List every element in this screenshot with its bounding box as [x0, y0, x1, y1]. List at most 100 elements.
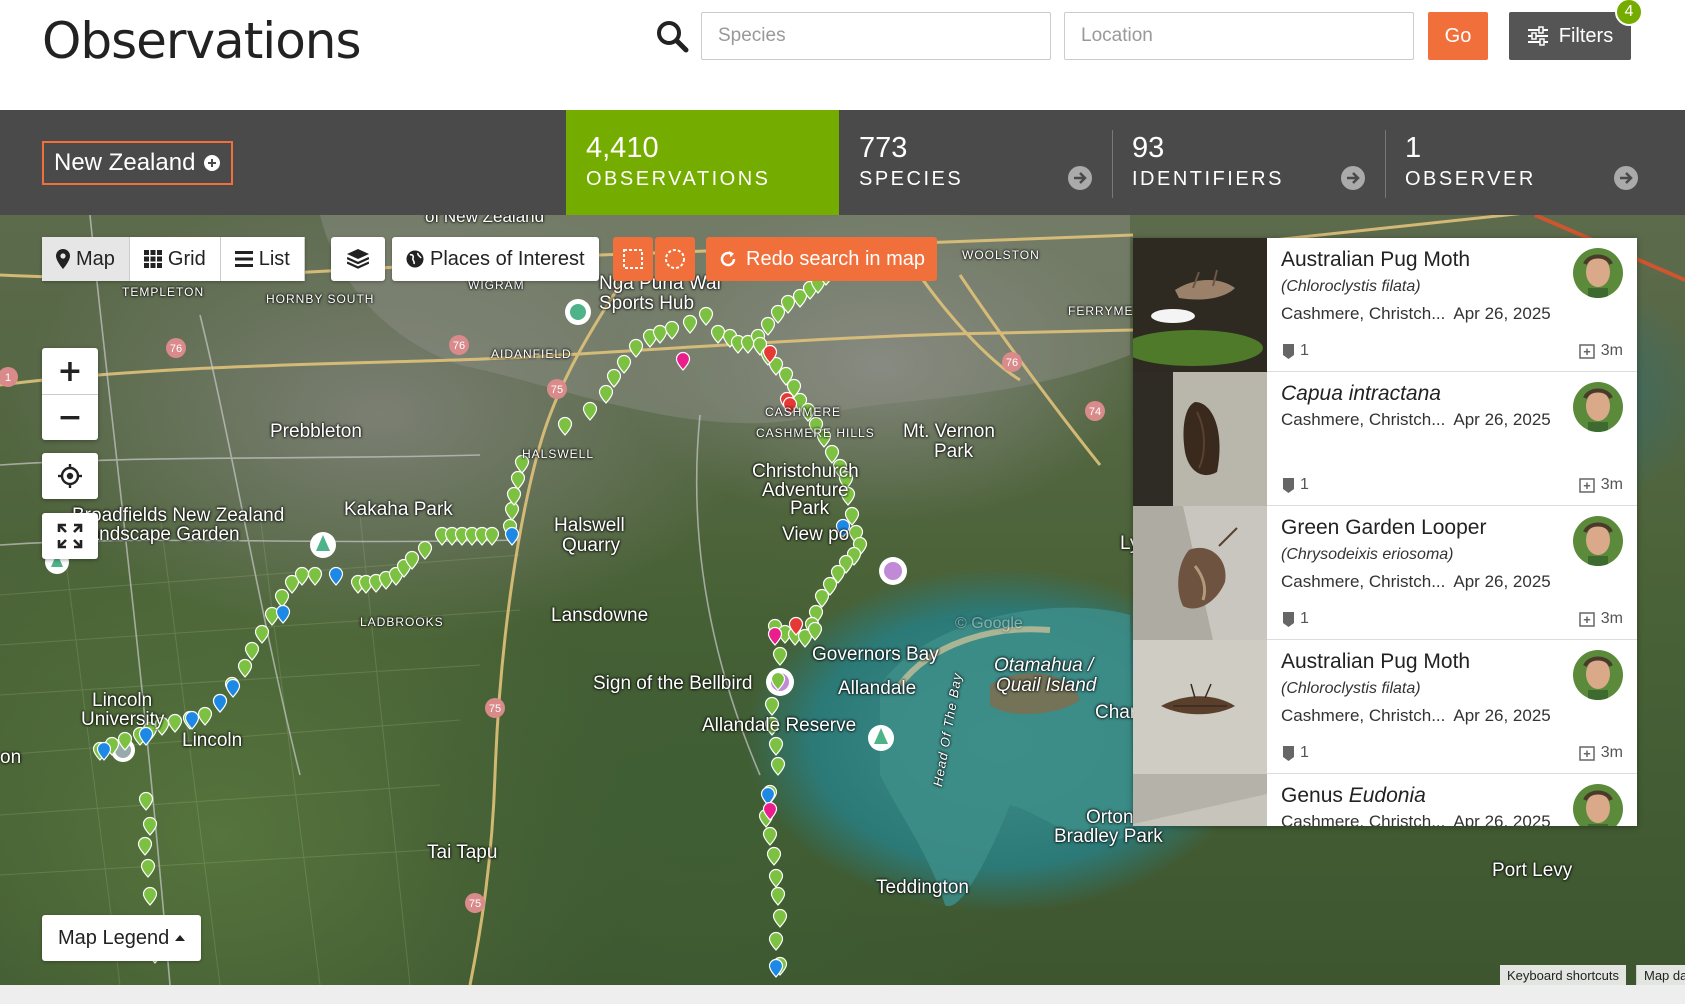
observation-marker[interactable]: [557, 416, 573, 436]
observation-photo[interactable]: [1133, 774, 1267, 826]
observation-marker[interactable]: [504, 501, 520, 521]
observation-place-name: Cashmere, Christch...: [1281, 410, 1446, 429]
box-select-button[interactable]: [613, 237, 653, 281]
fullscreen-button[interactable]: [42, 513, 98, 559]
refresh-icon: [720, 251, 736, 267]
observation-panel[interactable]: Australian Pug Moth (Chloroclystis filat…: [1133, 238, 1637, 826]
observation-marker[interactable]: [142, 886, 158, 906]
arrow-right-icon: [1341, 166, 1365, 190]
observation-ids-count: 1: [1300, 610, 1309, 627]
observation-marker[interactable]: [768, 736, 784, 756]
observation-marker[interactable]: [142, 816, 158, 836]
observation-marker[interactable]: [197, 706, 213, 726]
observation-photo[interactable]: [1133, 506, 1267, 640]
places-of-interest-button[interactable]: Places of Interest: [392, 237, 599, 281]
observer-avatar[interactable]: [1573, 516, 1623, 566]
observer-avatar[interactable]: [1573, 248, 1623, 298]
observation-scientific-name: (Chloroclystis filata): [1281, 278, 1421, 295]
observation-ids-count: 1: [1300, 744, 1309, 761]
observation-marker[interactable]: [140, 858, 156, 878]
remove-place-icon[interactable]: [203, 154, 221, 172]
observation-marker[interactable]: [328, 566, 344, 586]
observation-marker[interactable]: [504, 526, 520, 546]
observation-marker[interactable]: [212, 693, 228, 713]
observation-marker[interactable]: [275, 604, 291, 624]
observation-common-name[interactable]: Australian Pug Moth: [1281, 248, 1470, 272]
stats-bar: New Zealand 4,410 OBSERVATIONS 773 SPECI…: [0, 110, 1685, 215]
map-legend-button[interactable]: Map Legend: [42, 915, 202, 961]
stat-observations[interactable]: 4,410 OBSERVATIONS: [566, 110, 839, 215]
observation-common-name[interactable]: Green Garden Looper: [1281, 516, 1486, 540]
search-icon[interactable]: [654, 18, 690, 54]
observation-card[interactable]: Genus Eudonia Cashmere, Christch... Apr 2…: [1133, 774, 1637, 826]
map[interactable]: 1 76 76 75 75 75 76 74 1 of New Zealand …: [0, 215, 1685, 985]
observation-marker[interactable]: [768, 868, 784, 888]
tab-map[interactable]: Map: [42, 237, 130, 281]
observation-marker[interactable]: [138, 791, 154, 811]
keyboard-shortcuts-link[interactable]: Keyboard shortcuts: [1500, 965, 1627, 985]
observation-marker[interactable]: [770, 756, 786, 776]
redo-search-button[interactable]: Redo search in map: [706, 237, 937, 281]
observation-photo[interactable]: [1133, 640, 1267, 774]
observation-marker[interactable]: [766, 846, 782, 866]
observation-common-name[interactable]: Genus Eudonia: [1281, 784, 1426, 808]
go-button[interactable]: Go: [1428, 12, 1488, 60]
map-label: Sign of the Bellbird: [593, 673, 753, 694]
observation-card[interactable]: Australian Pug Moth (Chloroclystis filat…: [1133, 640, 1637, 774]
observation-marker[interactable]: [274, 588, 290, 608]
observation-marker[interactable]: [767, 626, 783, 646]
map-pin-icon: [56, 249, 70, 269]
observer-avatar[interactable]: [1573, 650, 1623, 700]
tab-grid[interactable]: Grid: [129, 237, 221, 281]
observation-marker[interactable]: [237, 658, 253, 678]
observation-common-name[interactable]: Australian Pug Moth: [1281, 650, 1470, 674]
observation-marker[interactable]: [582, 401, 598, 421]
map-label: Prebbleton: [270, 421, 362, 442]
observation-identifications: 1: [1283, 342, 1309, 360]
observation-date: Apr 26, 2025: [1453, 410, 1551, 429]
zoom-in-button[interactable]: +: [42, 348, 98, 394]
observation-photo[interactable]: [1133, 372, 1267, 506]
observation-marker[interactable]: [244, 641, 260, 661]
observation-card[interactable]: Green Garden Looper (Chrysodeixis erioso…: [1133, 506, 1637, 640]
observation-marker[interactable]: [137, 836, 153, 856]
circle-select-button[interactable]: [655, 237, 695, 281]
caret-up-icon: [175, 935, 186, 941]
filters-button[interactable]: Filters: [1509, 12, 1631, 60]
location-input[interactable]: [1064, 12, 1414, 60]
map-label: Lincoln: [182, 730, 243, 751]
map-label: HORNBY SOUTH: [266, 292, 375, 306]
locate-me-button[interactable]: [42, 453, 98, 499]
observation-marker[interactable]: [770, 886, 786, 906]
observation-time-ago: 3m: [1579, 476, 1623, 494]
stat-observers[interactable]: 1 OBSERVER: [1385, 110, 1658, 215]
observation-marker[interactable]: [772, 646, 788, 666]
observation-marker[interactable]: [307, 566, 323, 586]
observation-photo[interactable]: [1133, 238, 1267, 372]
map-data-link[interactable]: Map da: [1636, 965, 1685, 985]
tab-list[interactable]: List: [220, 237, 305, 281]
observation-card[interactable]: Capua intractana Cashmere, Christch... Ap…: [1133, 372, 1637, 506]
observation-marker[interactable]: [417, 540, 433, 560]
place-chip[interactable]: New Zealand: [42, 141, 234, 185]
species-input[interactable]: [701, 12, 1051, 60]
observation-marker[interactable]: [768, 931, 784, 951]
observation-marker[interactable]: [254, 624, 270, 644]
observer-avatar[interactable]: [1573, 382, 1623, 432]
observation-marker[interactable]: [225, 678, 241, 698]
observation-marker[interactable]: [484, 526, 500, 546]
zoom-out-button[interactable]: −: [42, 394, 98, 440]
observation-marker[interactable]: [814, 588, 830, 608]
observation-common-name[interactable]: Capua intractana: [1281, 382, 1441, 406]
observation-marker[interactable]: [167, 713, 183, 733]
observation-card[interactable]: Australian Pug Moth (Chloroclystis filat…: [1133, 238, 1637, 372]
layers-button[interactable]: [331, 237, 385, 281]
observation-marker[interactable]: [772, 908, 788, 928]
stat-species[interactable]: 773 SPECIES: [839, 110, 1112, 215]
observation-marker[interactable]: [764, 696, 780, 716]
stat-observations-value: 4,410: [586, 132, 659, 164]
observer-avatar[interactable]: [1573, 784, 1623, 826]
observation-marker[interactable]: [510, 470, 526, 490]
observation-marker[interactable]: [762, 826, 778, 846]
stat-identifiers[interactable]: 93 IDENTIFIERS: [1112, 110, 1385, 215]
